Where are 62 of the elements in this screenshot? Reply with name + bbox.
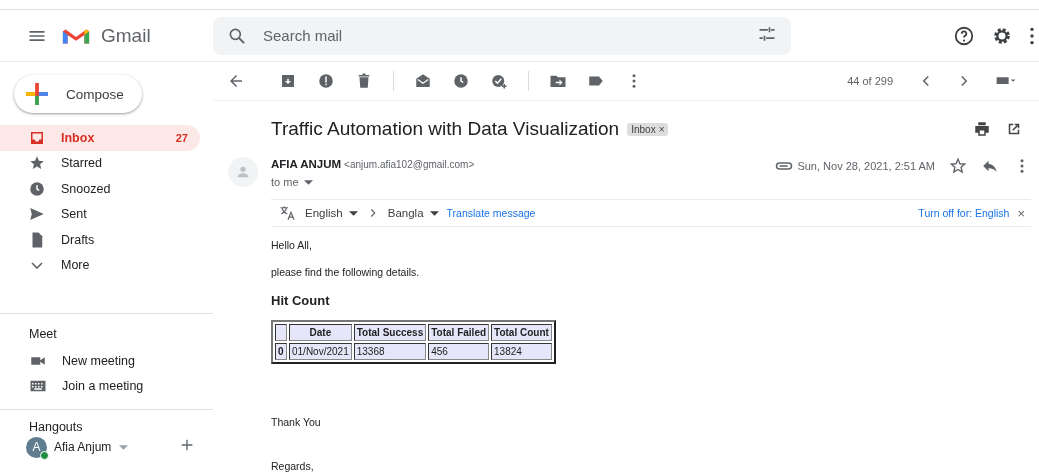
sidebar-item[interactable]: Snoozed — [0, 176, 200, 202]
section-title: Hangouts — [28, 420, 84, 434]
sidebar-item[interactable]: Drafts — [0, 227, 200, 253]
chevron-down-icon — [31, 261, 43, 269]
greeting-text: Hello All, — [271, 239, 313, 251]
translate-link[interactable]: Translate message — [446, 207, 536, 219]
caret-down-icon — [348, 210, 358, 216]
email-date: Sun, Nov 28, 2021, 2:51 AM — [797, 160, 935, 172]
closing-text: Thank You — [271, 416, 322, 428]
meet-item[interactable]: Join a meeting — [0, 373, 213, 399]
table-cell: 13824 — [491, 343, 552, 360]
table-cell: 456 — [428, 343, 490, 360]
sidebar-item[interactable]: Inbox 27 — [0, 125, 200, 151]
close-button[interactable]: × — [1017, 205, 1025, 221]
signature-text: Regards, — [271, 460, 315, 472]
plus-icon — [26, 83, 48, 105]
target-language-dropdown[interactable]: Bangla — [387, 207, 439, 219]
clock-icon[interactable] — [452, 72, 470, 90]
turn-off-link[interactable]: Turn off for: English — [918, 207, 1010, 219]
caret-down-icon — [303, 179, 313, 185]
table-header-cell: Total Success — [353, 324, 427, 341]
star-outline-icon[interactable] — [949, 157, 967, 175]
search-field[interactable]: Search mail — [213, 16, 791, 55]
caret-down-icon — [429, 210, 439, 216]
table-header-cell: Total Failed — [428, 324, 490, 341]
table-cell: 01/Nov/2021 — [289, 343, 352, 360]
recipient-dropdown[interactable]: to me — [271, 176, 475, 188]
search-input: Search mail — [261, 26, 743, 45]
add-task-icon[interactable] — [490, 72, 508, 90]
sidebar-item[interactable]: Sent — [0, 201, 200, 227]
table-header-cell: Total Count — [491, 324, 552, 341]
pagination-text: 44 of 299 — [847, 75, 893, 87]
section-title: Meet — [28, 327, 58, 341]
user-name: Afia Anjum — [54, 440, 112, 454]
sidebar-item[interactable]: Starred — [0, 150, 200, 176]
compose-button[interactable]: Compose — [14, 75, 142, 113]
help-icon[interactable] — [953, 24, 975, 47]
table-heading: Hit Count — [271, 293, 331, 308]
sender-name: AFIA ANJUM — [271, 158, 342, 170]
sidebar-item[interactable]: More — [0, 252, 200, 278]
clock-icon — [28, 179, 46, 198]
print-icon[interactable] — [973, 120, 991, 138]
table-header-cell — [275, 324, 287, 341]
user-avatar: A — [26, 436, 47, 458]
report-icon[interactable] — [317, 72, 335, 90]
translate-icon — [279, 204, 297, 222]
sender-email: <anjum.afia102@gmail.com> — [344, 159, 475, 170]
table-cell: 13368 — [353, 343, 427, 360]
email-subject: Traffic Automation with Data Visualization — [271, 118, 620, 140]
row-index-cell: 0 — [275, 343, 287, 360]
app-name: Gmail — [101, 24, 151, 47]
caret-down-icon — [119, 444, 129, 450]
source-language-dropdown[interactable]: English — [305, 207, 358, 219]
archive-icon[interactable] — [279, 72, 297, 90]
body-text: please find the following details. — [271, 266, 421, 278]
meet-item[interactable]: New meeting — [0, 348, 213, 374]
envelope-icon[interactable] — [414, 72, 432, 90]
person-icon — [235, 164, 251, 180]
table-header-cell: Date — [289, 324, 352, 341]
unread-count: 27 — [175, 131, 188, 144]
apps-grid-icon[interactable] — [1029, 25, 1035, 46]
label-tag: Inbox × — [627, 122, 669, 136]
